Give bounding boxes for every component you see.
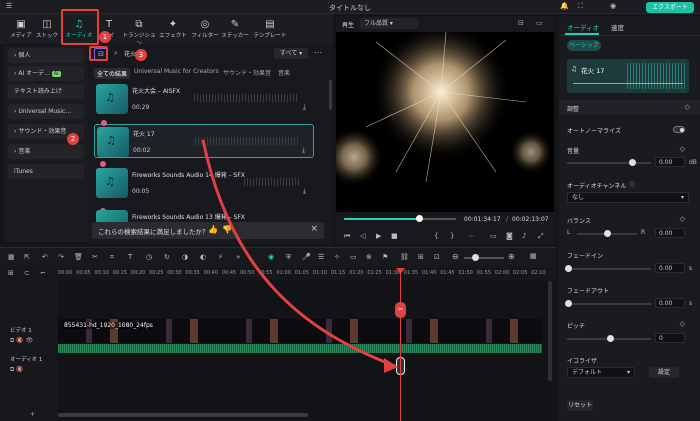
drag-arrow [201, 139, 398, 373]
